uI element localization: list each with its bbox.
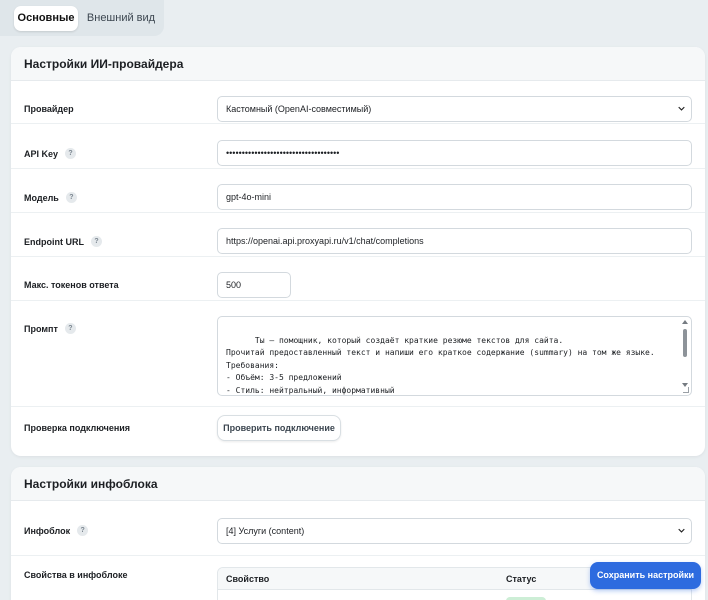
help-icon[interactable]: ? bbox=[64, 323, 76, 334]
scroll-thumb[interactable] bbox=[683, 329, 687, 357]
endpoint-label: Endpoint URL ? bbox=[24, 236, 102, 247]
properties-label: Свойства в инфоблоке bbox=[24, 570, 128, 580]
iblock-row: Инфоблок ? [4] Услуги (content) bbox=[11, 501, 705, 556]
iblock-label: Инфоблок ? bbox=[24, 525, 89, 536]
chevron-down-icon bbox=[678, 528, 685, 533]
model-input[interactable]: gpt-4o-mini bbox=[217, 184, 692, 210]
model-row: Модель ? gpt-4o-mini bbox=[11, 169, 705, 213]
ai-provider-card: Настройки ИИ-провайдера Провайдер Кастом… bbox=[11, 47, 705, 456]
scroll-up-icon[interactable] bbox=[682, 320, 688, 324]
max-tokens-row: Макс. токенов ответа 500 bbox=[11, 257, 705, 301]
provider-row: Провайдер Кастомный (OpenAI-совместимый) bbox=[11, 81, 705, 124]
provider-label: Провайдер bbox=[24, 104, 74, 114]
api-key-row: API Key ? ••••••••••••••••••••••••••••••… bbox=[11, 124, 705, 169]
connection-row: Проверка подключения Проверить подключен… bbox=[11, 407, 705, 456]
prompt-scrollbar[interactable] bbox=[681, 319, 689, 387]
save-settings-button[interactable]: Сохранить настройки bbox=[590, 562, 701, 589]
ai-provider-title: Настройки ИИ-провайдера bbox=[11, 47, 705, 81]
max-tokens-label: Макс. токенов ответа bbox=[24, 280, 119, 290]
provider-select[interactable]: Кастомный (OpenAI-совместимый) bbox=[217, 96, 692, 122]
tab-appearance[interactable]: Внешний вид bbox=[82, 6, 160, 31]
check-connection-button[interactable]: Проверить подключение bbox=[217, 415, 341, 441]
model-label: Модель ? bbox=[24, 192, 77, 203]
tab-main[interactable]: Основные bbox=[14, 6, 78, 31]
api-key-input[interactable]: •••••••••••••••••••••••••••••••••••• bbox=[217, 140, 692, 166]
iblock-title: Настройки инфоблока bbox=[11, 467, 705, 501]
tabs-bar: Основные Внешний вид bbox=[0, 0, 164, 36]
iblock-select[interactable]: [4] Услуги (content) bbox=[217, 518, 692, 544]
endpoint-row: Endpoint URL ? https://openai.api.proxya… bbox=[11, 213, 705, 257]
help-icon[interactable]: ? bbox=[77, 525, 89, 536]
prompt-label: Промпт ? bbox=[24, 323, 76, 334]
prompt-textarea[interactable]: Ты — помощник, который создаёт краткие р… bbox=[217, 316, 692, 396]
column-property: Свойство bbox=[226, 574, 270, 584]
endpoint-input[interactable]: https://openai.api.proxyapi.ru/v1/chat/c… bbox=[217, 228, 692, 254]
help-icon[interactable]: ? bbox=[65, 148, 77, 159]
chevron-down-icon bbox=[678, 106, 685, 111]
prompt-row: Промпт ? Ты — помощник, который создаёт … bbox=[11, 301, 705, 407]
max-tokens-input[interactable]: 500 bbox=[217, 272, 291, 298]
api-key-label: API Key ? bbox=[24, 148, 77, 159]
help-icon[interactable]: ? bbox=[65, 192, 77, 203]
connection-label: Проверка подключения bbox=[24, 423, 131, 433]
resize-grip-icon[interactable] bbox=[683, 387, 689, 393]
help-icon[interactable]: ? bbox=[91, 236, 102, 247]
column-status: Статус bbox=[506, 574, 537, 584]
